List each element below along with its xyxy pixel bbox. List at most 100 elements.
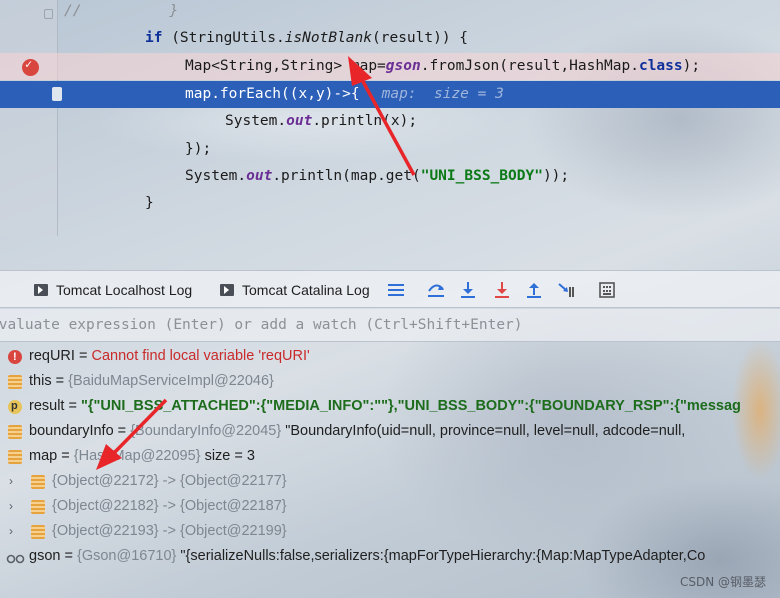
entry-arrow: -> bbox=[158, 473, 180, 489]
variables-panel[interactable]: reqURI = Cannot find local variable 'req… bbox=[0, 344, 780, 569]
field-icon bbox=[31, 500, 45, 514]
tab-label: Tomcat Localhost Log bbox=[56, 282, 193, 298]
step-over-icon bbox=[428, 284, 444, 297]
variable-ref: {HashMap@22095} bbox=[73, 448, 201, 464]
code-line-2[interactable]: if (StringUtils.isNotBlank(result)) { bbox=[0, 25, 780, 52]
step-out-button[interactable] bbox=[523, 279, 545, 301]
equals-sign: = bbox=[113, 423, 131, 439]
step-into-icon bbox=[461, 282, 475, 298]
code-token: .println(x); bbox=[312, 113, 418, 129]
debug-toolbar: Tomcat Localhost Log Tomcat Catalina Log bbox=[0, 270, 780, 308]
code-token: Map<String,String> map= bbox=[185, 58, 386, 74]
watermark: CSDN @钢墨瑟 bbox=[679, 575, 766, 589]
chevron-right-icon[interactable]: › bbox=[9, 469, 13, 494]
variable-row-gson[interactable]: gson = {Gson@16710} "{serializeNulls:fal… bbox=[0, 544, 780, 569]
step-out-icon bbox=[527, 283, 541, 298]
variable-value: size = 3 bbox=[200, 448, 255, 464]
map-entry-row[interactable]: › {Object@22182} -> {Object@22187} bbox=[0, 494, 780, 519]
field-icon bbox=[31, 475, 45, 489]
variable-row-this[interactable]: this = {BaiduMapServiceImpl@22046} bbox=[0, 369, 780, 394]
code-token: )); bbox=[542, 168, 570, 184]
code-token: map.forEach((x,y)->{ bbox=[185, 86, 360, 102]
tab-tomcat-catalina-log[interactable]: Tomcat Catalina Log bbox=[220, 271, 370, 309]
keyword-class: class bbox=[638, 58, 683, 74]
variable-ref: {BoundaryInfo@22045} bbox=[130, 423, 282, 439]
code-token: (result)) { bbox=[372, 30, 469, 46]
string-token: "UNI_BSS_BODY" bbox=[420, 168, 543, 184]
variable-name: result bbox=[29, 398, 65, 414]
variable-value: "{serializeNulls:false,serializers:{mapF… bbox=[176, 548, 706, 564]
step-over-button[interactable] bbox=[425, 279, 447, 301]
evaluate-expression-input[interactable]: Evaluate expression (Enter) or add a wat… bbox=[0, 309, 780, 342]
brace-token: } bbox=[169, 3, 179, 19]
variable-name: reqURI bbox=[29, 348, 75, 364]
entry-arrow: -> bbox=[158, 523, 180, 539]
chevron-right-icon[interactable]: › bbox=[9, 494, 13, 519]
variable-row-result[interactable]: result = "{"UNI_BSS_ATTACHED":{"MEDIA_IN… bbox=[0, 394, 780, 419]
code-token: .println(map.get( bbox=[272, 168, 421, 184]
keyword-if: if bbox=[145, 30, 163, 46]
code-line-1[interactable]: //} bbox=[0, 0, 780, 25]
entry-value-ref: {Object@22187} bbox=[180, 498, 287, 514]
entry-value-ref: {Object@22177} bbox=[180, 473, 287, 489]
evaluate-icon bbox=[599, 282, 615, 298]
variable-name: map bbox=[29, 448, 58, 464]
inline-debug-hint: map: size = 3 bbox=[381, 86, 504, 102]
code-token: System. bbox=[185, 168, 247, 184]
code-token: .fromJson(result,HashMap. bbox=[420, 58, 639, 74]
code-line-6[interactable]: }); bbox=[0, 136, 780, 163]
field-token: out bbox=[286, 113, 313, 129]
parameter-icon bbox=[8, 394, 22, 419]
error-icon bbox=[8, 345, 22, 370]
variable-name: boundaryInfo bbox=[29, 423, 114, 439]
breakpoint-icon[interactable] bbox=[22, 57, 39, 76]
field-token: out bbox=[246, 168, 273, 184]
code-line-3-breakpoint[interactable]: Map<String,String> map=gson.fromJson(res… bbox=[0, 53, 780, 80]
method-token: isNotBlank bbox=[284, 30, 372, 46]
variable-row-map[interactable]: map = {HashMap@22095} size = 3 bbox=[0, 444, 780, 469]
run-to-cursor-button[interactable] bbox=[556, 279, 578, 301]
variable-name: this bbox=[29, 373, 52, 389]
code-line-4-execution-point[interactable]: map.forEach((x,y)->{ map: size = 3 bbox=[0, 81, 780, 108]
menu-icon bbox=[388, 284, 404, 296]
field-icon bbox=[8, 425, 22, 439]
tab-tomcat-localhost-log[interactable]: Tomcat Localhost Log bbox=[34, 271, 192, 309]
evaluate-button[interactable] bbox=[596, 279, 618, 301]
entry-key-ref: {Object@22193} bbox=[52, 523, 159, 539]
map-entry-row[interactable]: › {Object@22172} -> {Object@22177} bbox=[0, 469, 780, 494]
equals-sign: = bbox=[57, 448, 74, 464]
code-editor[interactable]: //} if (StringUtils.isNotBlank(result)) … bbox=[0, 0, 780, 236]
entry-value-ref: {Object@22199} bbox=[180, 523, 287, 539]
map-entry-row[interactable]: › {Object@22193} -> {Object@22199} bbox=[0, 519, 780, 544]
comment-token: // bbox=[64, 3, 82, 19]
evaluate-placeholder: Evaluate expression (Enter) or add a wat… bbox=[0, 317, 523, 333]
variable-value: "BoundaryInfo(uid=null, province=null, l… bbox=[281, 423, 686, 439]
equals-sign: = bbox=[51, 373, 69, 389]
variable-string-value: "{"UNI_BSS_ATTACHED":{"MEDIA_INFO":""},"… bbox=[81, 398, 741, 414]
watch-icon bbox=[6, 550, 26, 564]
equals-sign: = bbox=[64, 398, 81, 414]
chevron-right-icon[interactable]: › bbox=[9, 519, 13, 544]
code-line-8[interactable]: } bbox=[0, 190, 780, 217]
field-icon bbox=[8, 375, 22, 389]
variable-error: Cannot find local variable 'reqURI' bbox=[91, 348, 310, 364]
force-step-into-button[interactable] bbox=[491, 279, 513, 301]
entry-arrow: -> bbox=[158, 498, 180, 514]
entry-key-ref: {Object@22172} bbox=[52, 473, 159, 489]
step-into-button[interactable] bbox=[457, 279, 479, 301]
code-line-7[interactable]: System.out.println(map.get("UNI_BSS_BODY… bbox=[0, 163, 780, 190]
field-token: gson bbox=[385, 58, 421, 74]
brace-token: } bbox=[145, 195, 154, 211]
field-icon bbox=[8, 450, 22, 464]
variable-ref: {BaiduMapServiceImpl@22046} bbox=[68, 373, 274, 389]
force-step-into-icon bbox=[495, 282, 509, 298]
variable-name: gson bbox=[29, 548, 61, 564]
variable-row-boundaryinfo[interactable]: boundaryInfo = {BoundaryInfo@22045} "Bou… bbox=[0, 419, 780, 444]
code-token: (StringUtils. bbox=[162, 30, 285, 46]
tab-label: Tomcat Catalina Log bbox=[242, 282, 370, 298]
console-icon bbox=[34, 284, 48, 296]
variable-ref: {Gson@16710} bbox=[76, 548, 177, 564]
menu-button[interactable] bbox=[385, 279, 407, 301]
variable-row-requri[interactable]: reqURI = Cannot find local variable 'req… bbox=[0, 344, 780, 370]
code-line-5[interactable]: System.out.println(x); bbox=[0, 108, 780, 135]
